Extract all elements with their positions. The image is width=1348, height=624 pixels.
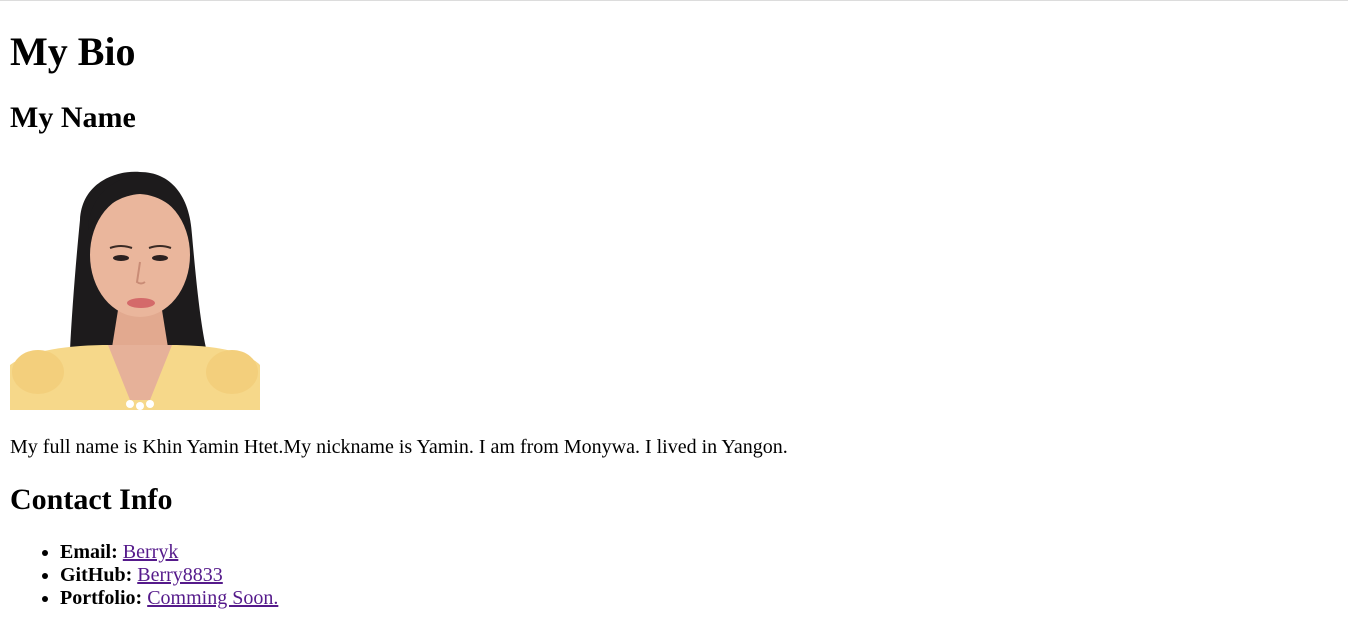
contact-item-github: GitHub: Berry8833	[60, 564, 278, 587]
contact-label: Portfolio:	[60, 587, 143, 609]
portfolio-link[interactable]: Comming Soon.	[147, 587, 278, 609]
page-title: My Bio	[10, 29, 136, 74]
github-link[interactable]: Berry8833	[137, 564, 223, 586]
contact-label: GitHub:	[60, 564, 133, 586]
email-link[interactable]: Berryk	[123, 541, 179, 563]
contact-item-portfolio: Portfolio: Comming Soon.	[60, 587, 278, 610]
name-heading: My Name	[10, 101, 136, 134]
contact-label: Email:	[60, 541, 118, 563]
contact-heading: Contact Info	[10, 483, 173, 516]
contact-list: Email: Berryk GitHub: Berry8833 Portfoli…	[10, 541, 278, 610]
bio-paragraph: My full name is Khin Yamin Htet.My nickn…	[10, 436, 788, 458]
profile-photo	[10, 160, 260, 410]
contact-item-email: Email: Berryk	[60, 541, 278, 564]
top-border	[0, 0, 1348, 1]
